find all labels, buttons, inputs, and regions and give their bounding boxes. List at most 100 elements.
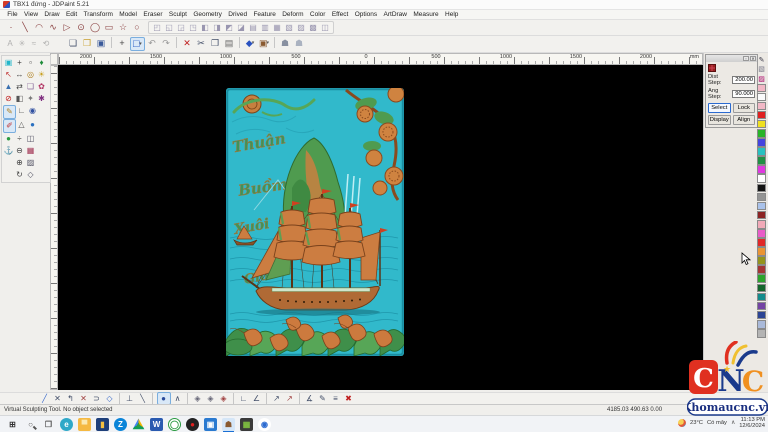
color-swatch-0[interactable] bbox=[757, 84, 766, 93]
toolbox-triangle[interactable]: ∟ bbox=[16, 105, 27, 117]
menu-draw[interactable]: Draw bbox=[41, 11, 63, 18]
menu-feature[interactable]: Feature bbox=[250, 11, 279, 18]
weather-desc[interactable]: Có mây bbox=[707, 420, 727, 426]
model-tool-surface-3[interactable]: ◲ bbox=[176, 22, 187, 33]
toolbox-target[interactable]: ◎ bbox=[25, 69, 36, 81]
menu-measure[interactable]: Measure bbox=[410, 11, 442, 18]
dist-step-input[interactable] bbox=[732, 76, 755, 84]
palette-tool-dash-box[interactable]: ▧ bbox=[757, 65, 766, 74]
model-tool-mesh-3[interactable]: ◩ bbox=[224, 22, 235, 33]
menu-edit[interactable]: Edit bbox=[63, 11, 81, 18]
toolbox-stretch[interactable]: ↔ bbox=[14, 69, 25, 81]
toolbox-flower[interactable]: ✿ bbox=[36, 81, 47, 93]
std-tool-select-box[interactable]: ☐▾ bbox=[130, 37, 145, 51]
draw-tool-circle-center[interactable]: ⊙ bbox=[75, 22, 88, 34]
std-tool-mask-b[interactable]: ☗ bbox=[293, 37, 306, 49]
dialog-minimize-button[interactable]: ▫ bbox=[743, 56, 749, 61]
draw-tool-rectangle[interactable]: ▭ bbox=[103, 22, 116, 34]
menu-deform[interactable]: Deform bbox=[279, 11, 307, 18]
color-swatch-10[interactable] bbox=[757, 174, 766, 183]
color-swatch-2[interactable] bbox=[757, 102, 766, 111]
toolbox-cube[interactable]: ◫ bbox=[25, 133, 36, 145]
taskbar-app-word[interactable]: W bbox=[150, 418, 163, 431]
menu-color[interactable]: Color bbox=[307, 11, 329, 18]
std-tool-fill-color-dropdown-arrow[interactable]: ▾ bbox=[252, 41, 255, 46]
draw-tool-curve[interactable]: ∿ bbox=[47, 22, 60, 34]
toolbox-layers[interactable]: ❏ bbox=[25, 81, 36, 93]
color-swatch-5[interactable] bbox=[757, 129, 766, 138]
toolbox-forbid[interactable]: ⊘ bbox=[3, 93, 14, 105]
std-tool-stamp-dropdown-arrow[interactable]: ▾ bbox=[267, 41, 270, 46]
toolbox-ball-green[interactable]: ● bbox=[3, 133, 14, 145]
model-tool-surface-1[interactable]: ◰ bbox=[152, 22, 163, 33]
snap-angle[interactable]: ∡ bbox=[304, 393, 316, 404]
toolbox-sparkle[interactable]: ✦ bbox=[25, 93, 36, 105]
color-swatch-18[interactable] bbox=[757, 247, 766, 256]
std-tool-select-box-dropdown-arrow[interactable]: ▾ bbox=[139, 42, 142, 47]
snap-snap-tangent[interactable]: ╲ bbox=[137, 393, 149, 404]
draw-tool-point[interactable]: · bbox=[5, 22, 18, 34]
toolbox-brush[interactable]: ✐ bbox=[3, 119, 16, 133]
std-tool-new[interactable]: ❏ bbox=[67, 37, 80, 49]
menu-effect[interactable]: Effect bbox=[329, 11, 352, 18]
taskbar-app-drive[interactable]: ▲ bbox=[132, 418, 145, 431]
color-swatch-1[interactable] bbox=[757, 93, 766, 102]
draw-tool-line[interactable]: ╲ bbox=[19, 22, 32, 34]
align-button[interactable]: Align bbox=[733, 115, 756, 125]
menu-sculpt[interactable]: Sculpt bbox=[166, 11, 190, 18]
color-swatch-23[interactable] bbox=[757, 293, 766, 302]
toolbox-burst[interactable]: ✱ bbox=[36, 93, 47, 105]
menu-options[interactable]: Options bbox=[352, 11, 381, 18]
model-tool-relief-1[interactable]: ▤ bbox=[248, 22, 259, 33]
toolbox-anchor[interactable]: ⚓ bbox=[3, 145, 14, 157]
std-tool-cut[interactable]: ✂ bbox=[195, 37, 208, 49]
color-swatch-25[interactable] bbox=[757, 311, 766, 320]
color-swatch-22[interactable] bbox=[757, 284, 766, 293]
snap-polar[interactable]: ∠ bbox=[251, 393, 263, 404]
color-swatch-21[interactable] bbox=[757, 274, 766, 283]
taskbar-app-task-view[interactable]: ❐ bbox=[42, 418, 55, 431]
std-tool-paste[interactable]: ▤ bbox=[223, 37, 236, 49]
taskbar-app-zalo[interactable]: Z bbox=[114, 418, 127, 431]
menu-help[interactable]: Help bbox=[442, 11, 462, 18]
toolbox-scene[interactable]: ▲ bbox=[3, 81, 14, 93]
weather-temp[interactable]: 23°C bbox=[690, 420, 703, 426]
palette-tool-pattern[interactable]: ▨ bbox=[757, 74, 766, 83]
toolbox-frame[interactable]: ▣ bbox=[3, 57, 14, 69]
model-tool-relief-6[interactable]: ▩ bbox=[308, 22, 319, 33]
ang-step-input[interactable] bbox=[732, 90, 755, 98]
draw-tool-star[interactable]: ☆ bbox=[117, 22, 130, 34]
toolbox-node-select[interactable]: ▫ bbox=[25, 57, 36, 69]
aux-tool-spray[interactable]: ✳ bbox=[17, 39, 28, 50]
menu-transform[interactable]: Transform bbox=[80, 11, 116, 18]
draw-tool-circle[interactable]: ○ bbox=[131, 22, 144, 34]
taskbar-app-edge[interactable]: e bbox=[60, 418, 73, 431]
select-button[interactable]: Select bbox=[708, 103, 731, 113]
taskbar-app-search[interactable]: ○ bbox=[24, 418, 37, 431]
palette-tool-pencil[interactable]: ✎ bbox=[757, 55, 766, 64]
aux-tool-wave[interactable]: ≈ bbox=[29, 39, 40, 50]
toolbox-pan[interactable]: ⇄ bbox=[14, 81, 25, 93]
draw-tool-polygon[interactable]: ▷ bbox=[61, 22, 74, 34]
model-tool-relief-4[interactable]: ▧ bbox=[284, 22, 295, 33]
toolbox-sphere[interactable]: ● bbox=[27, 119, 38, 131]
toolbox-lamp[interactable]: ☀ bbox=[36, 69, 47, 81]
toolbox-leaf[interactable]: ♦ bbox=[36, 57, 47, 69]
taskbar-app-mail-app[interactable]: ▣ bbox=[204, 418, 217, 431]
toolbox-grid[interactable]: ▦ bbox=[25, 145, 36, 157]
snap-grid-a[interactable]: ◈ bbox=[192, 393, 204, 404]
snap-list[interactable]: ≡ bbox=[330, 393, 342, 404]
toolbox-select-arrow[interactable]: ↖ bbox=[3, 69, 14, 81]
toolbox-divide[interactable]: ÷ bbox=[14, 133, 25, 145]
toolbox-wire[interactable]: ◇ bbox=[25, 169, 36, 181]
color-swatch-4[interactable] bbox=[757, 120, 766, 129]
std-tool-redo[interactable]: ↷ bbox=[160, 37, 173, 49]
color-swatch-15[interactable] bbox=[757, 220, 766, 229]
toolbox-hatch[interactable]: ▨ bbox=[25, 157, 36, 169]
toolbox-pick[interactable]: + bbox=[14, 57, 25, 69]
snap-snap-perp[interactable]: ⊥ bbox=[124, 393, 136, 404]
snap-snap-free[interactable]: ╱ bbox=[39, 393, 51, 404]
lock-button[interactable]: Lock bbox=[733, 103, 756, 113]
weather-icon[interactable] bbox=[678, 419, 686, 427]
draw-tool-ellipse[interactable]: ◯ bbox=[89, 22, 102, 34]
